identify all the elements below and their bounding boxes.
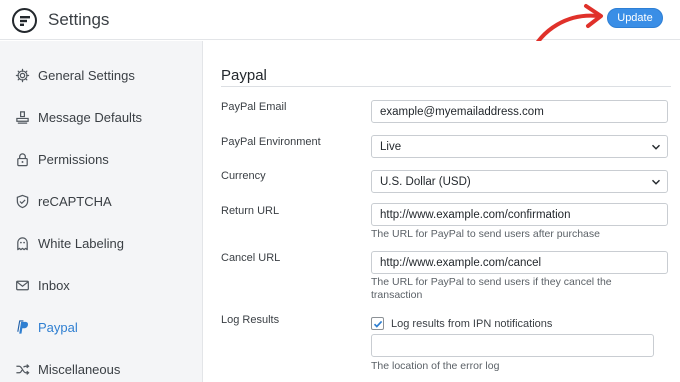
chevron-down-icon: [651, 144, 661, 150]
log-results-checkbox[interactable]: [371, 317, 384, 330]
sidebar-item-label: Permissions: [38, 151, 109, 167]
lock-icon: [14, 151, 30, 167]
paypal-environment-label: PayPal Environment: [221, 136, 321, 148]
currency-value: U.S. Dollar (USD): [380, 175, 471, 188]
log-results-checkbox-label: Log results from IPN notifications: [391, 317, 553, 330]
sidebar-item-miscellaneous[interactable]: Miscellaneous: [0, 354, 203, 382]
cancel-url-value: http://www.example.com/cancel: [380, 256, 542, 269]
log-results-label: Log Results: [221, 314, 280, 326]
sidebar-item-label: White Labeling: [38, 235, 124, 251]
sidebar-item-label: Inbox: [38, 277, 70, 293]
cancel-url-label: Cancel URL: [221, 252, 281, 264]
settings-panel: Paypal PayPal Email example@myemailaddre…: [204, 41, 680, 382]
sidebar-item-permissions[interactable]: Permissions: [0, 144, 203, 174]
paypal-email-label: PayPal Email: [221, 101, 287, 113]
sidebar-item-label: Paypal: [38, 319, 78, 335]
return-url-field[interactable]: http://www.example.com/confirmation: [371, 203, 668, 226]
sidebar-item-label: reCAPTCHA: [38, 193, 112, 209]
envelope-icon: [14, 277, 30, 293]
sidebar-item-label: General Settings: [38, 67, 135, 83]
shuffle-icon: [14, 361, 30, 377]
ghost-icon: [14, 235, 30, 251]
sidebar-item-paypal[interactable]: Paypal: [0, 312, 203, 342]
log-results-row: Log results from IPN notifications: [371, 317, 552, 330]
sidebar-item-label: Miscellaneous: [38, 361, 121, 377]
update-button[interactable]: Update: [607, 8, 663, 28]
return-url-help: The URL for PayPal to send users after p…: [371, 228, 600, 240]
shield-check-icon: [14, 193, 30, 209]
cancel-url-field[interactable]: http://www.example.com/cancel: [371, 251, 668, 274]
settings-sidebar: General Settings Message Defaults Permis…: [0, 41, 203, 382]
sidebar-item-general-settings[interactable]: General Settings: [0, 60, 203, 90]
paypal-email-value: example@myemailaddress.com: [380, 105, 544, 118]
stamp-icon: [14, 109, 30, 125]
section-title: Paypal: [221, 67, 267, 84]
sidebar-item-label: Message Defaults: [38, 109, 143, 125]
gear-icon: [14, 67, 30, 83]
error-log-help: The location of the error log: [371, 360, 500, 372]
header-bar: Settings Update: [0, 0, 680, 57]
logo-icon: [19, 15, 30, 26]
currency-label: Currency: [221, 170, 266, 182]
paypal-environment-select[interactable]: Live: [371, 135, 668, 158]
currency-select[interactable]: U.S. Dollar (USD): [371, 170, 668, 193]
sidebar-item-inbox[interactable]: Inbox: [0, 270, 203, 300]
return-url-label: Return URL: [221, 205, 280, 217]
page-title: Settings: [48, 10, 110, 29]
return-url-value: http://www.example.com/confirmation: [380, 208, 571, 221]
paypal-icon: [14, 319, 30, 335]
chevron-down-icon: [651, 179, 661, 185]
sidebar-item-message-defaults[interactable]: Message Defaults: [0, 102, 203, 132]
paypal-email-field[interactable]: example@myemailaddress.com: [371, 100, 668, 123]
sidebar-item-recaptcha[interactable]: reCAPTCHA: [0, 186, 203, 216]
error-log-location-field[interactable]: [371, 334, 654, 357]
section-divider: [221, 86, 671, 87]
checkmark-icon: [373, 320, 382, 328]
sidebar-item-white-labeling[interactable]: White Labeling: [0, 228, 203, 258]
app-logo: [12, 8, 37, 33]
cancel-url-help: The URL for PayPal to send users if they…: [371, 276, 612, 301]
paypal-environment-value: Live: [380, 140, 402, 153]
